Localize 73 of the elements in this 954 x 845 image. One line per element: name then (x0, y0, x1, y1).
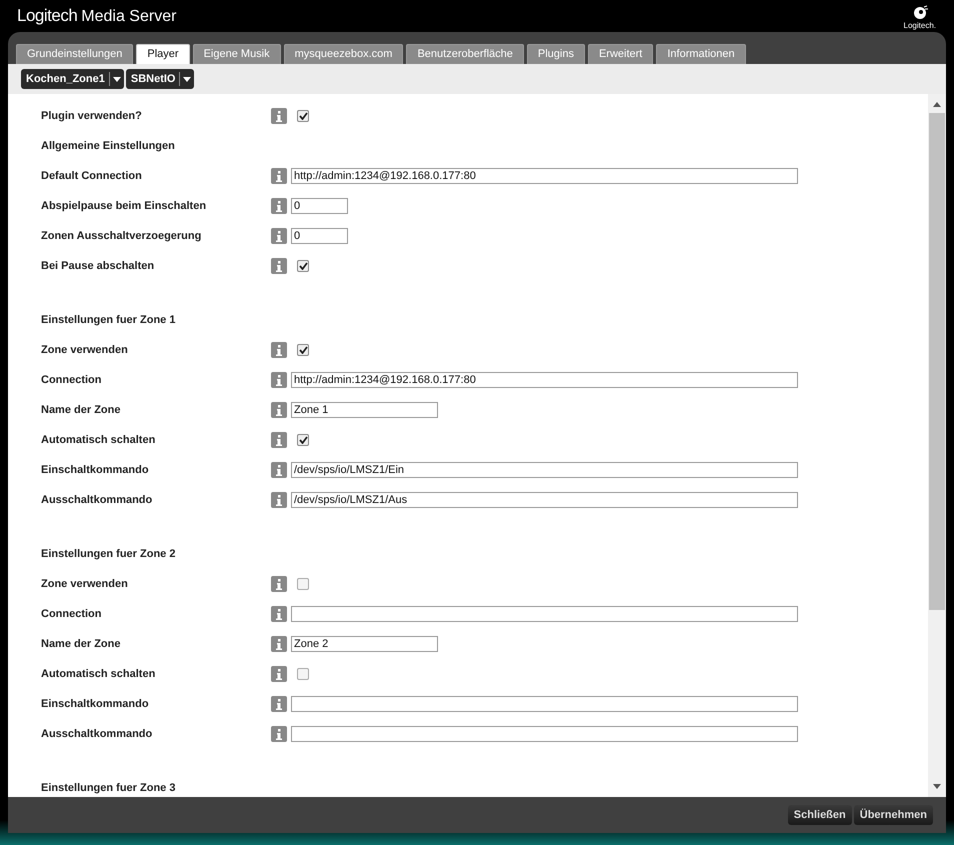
text-field[interactable] (291, 726, 798, 742)
caret-icon (183, 76, 192, 82)
checkmark-icon (298, 262, 308, 270)
text-field[interactable]: http://admin:1234@192.168.0.177:80 (291, 168, 798, 184)
text-field[interactable]: /dev/sps/io/LMSZ1/Aus (291, 492, 798, 508)
text-field[interactable]: /dev/sps/io/LMSZ1/Ein (291, 462, 798, 478)
setting-label: Name der Zone (40, 636, 122, 652)
checkbox[interactable] (297, 344, 309, 356)
info-icon[interactable] (271, 228, 287, 244)
setting-label: Bei Pause abschalten (40, 258, 156, 274)
info-icon[interactable] (271, 432, 287, 448)
text-field[interactable]: Zone 1 (291, 402, 438, 418)
setting-label: Connection (40, 372, 102, 388)
caret-icon (112, 76, 121, 82)
info-icon[interactable] (271, 462, 287, 478)
info-icon[interactable] (271, 402, 287, 418)
footer-button[interactable]: Übernehmen (854, 805, 933, 825)
text-field[interactable] (291, 606, 798, 622)
info-icon[interactable] (271, 666, 287, 682)
setting-label: Einschaltkommando (40, 696, 150, 712)
info-icon[interactable] (271, 576, 287, 592)
text-field[interactable]: 0 (291, 198, 348, 214)
info-icon[interactable] (271, 168, 287, 184)
app-title: Media Server (81, 7, 176, 27)
player-dropdown[interactable]: Kochen_Zone1 (21, 69, 124, 89)
info-icon[interactable] (271, 372, 287, 388)
brand-name: Logitech (17, 5, 78, 27)
setting-label: Einschaltkommando (40, 462, 150, 478)
checkbox[interactable] (297, 578, 309, 590)
setting-label: Zone verwenden (40, 576, 129, 592)
section-heading: Einstellungen fuer Zone 1 (41, 312, 176, 328)
setting-label: Default Connection (40, 168, 143, 184)
section-heading: Allgemeine Einstellungen (41, 138, 175, 154)
setting-label: Zonen Ausschaltverzoegerung (40, 228, 202, 244)
text-field[interactable]: 0 (291, 228, 348, 244)
logo-icon (912, 4, 928, 20)
checkbox[interactable] (297, 434, 309, 446)
setting-label: Zone verwenden (40, 342, 129, 358)
checkbox[interactable] (297, 668, 309, 680)
section-heading: Einstellungen fuer Zone 3 (41, 780, 176, 796)
checkmark-icon (298, 346, 308, 354)
setting-label: Automatisch schalten (40, 432, 156, 448)
text-field[interactable] (291, 696, 798, 712)
setting-label: Name der Zone (40, 402, 122, 418)
checkbox[interactable] (297, 110, 309, 122)
setting-label: Ausschaltkommando (40, 492, 154, 508)
text-field[interactable]: Zone 2 (291, 636, 438, 652)
info-icon[interactable] (271, 636, 287, 652)
setting-label: Abspielpause beim Einschalten (40, 198, 208, 214)
setting-label: Plugin verwenden? (40, 108, 143, 124)
scrollbar[interactable] (928, 94, 946, 797)
info-icon[interactable] (271, 258, 287, 274)
scroll-down-icon[interactable] (933, 784, 941, 789)
checkmark-icon (298, 436, 308, 444)
logo-text: Logitech. (904, 20, 936, 30)
text-field[interactable]: http://admin:1234@192.168.0.177:80 (291, 372, 798, 388)
tab[interactable]: Player (136, 44, 190, 64)
info-icon[interactable] (271, 342, 287, 358)
scroll-up-icon[interactable] (933, 102, 941, 107)
info-icon[interactable] (271, 492, 287, 508)
info-icon[interactable] (271, 696, 287, 712)
info-icon[interactable] (271, 108, 287, 124)
footer-button[interactable]: Schließen (788, 805, 852, 825)
info-icon[interactable] (271, 198, 287, 214)
setting-label: Automatisch schalten (40, 666, 156, 682)
setting-label: Connection (40, 606, 102, 622)
player-dropdown[interactable]: SBNetIO (126, 69, 194, 89)
info-icon[interactable] (271, 726, 287, 742)
info-icon[interactable] (271, 606, 287, 622)
checkbox[interactable] (297, 260, 309, 272)
checkmark-icon (298, 112, 308, 120)
section-heading: Einstellungen fuer Zone 2 (41, 546, 176, 562)
setting-label: Ausschaltkommando (40, 726, 154, 742)
